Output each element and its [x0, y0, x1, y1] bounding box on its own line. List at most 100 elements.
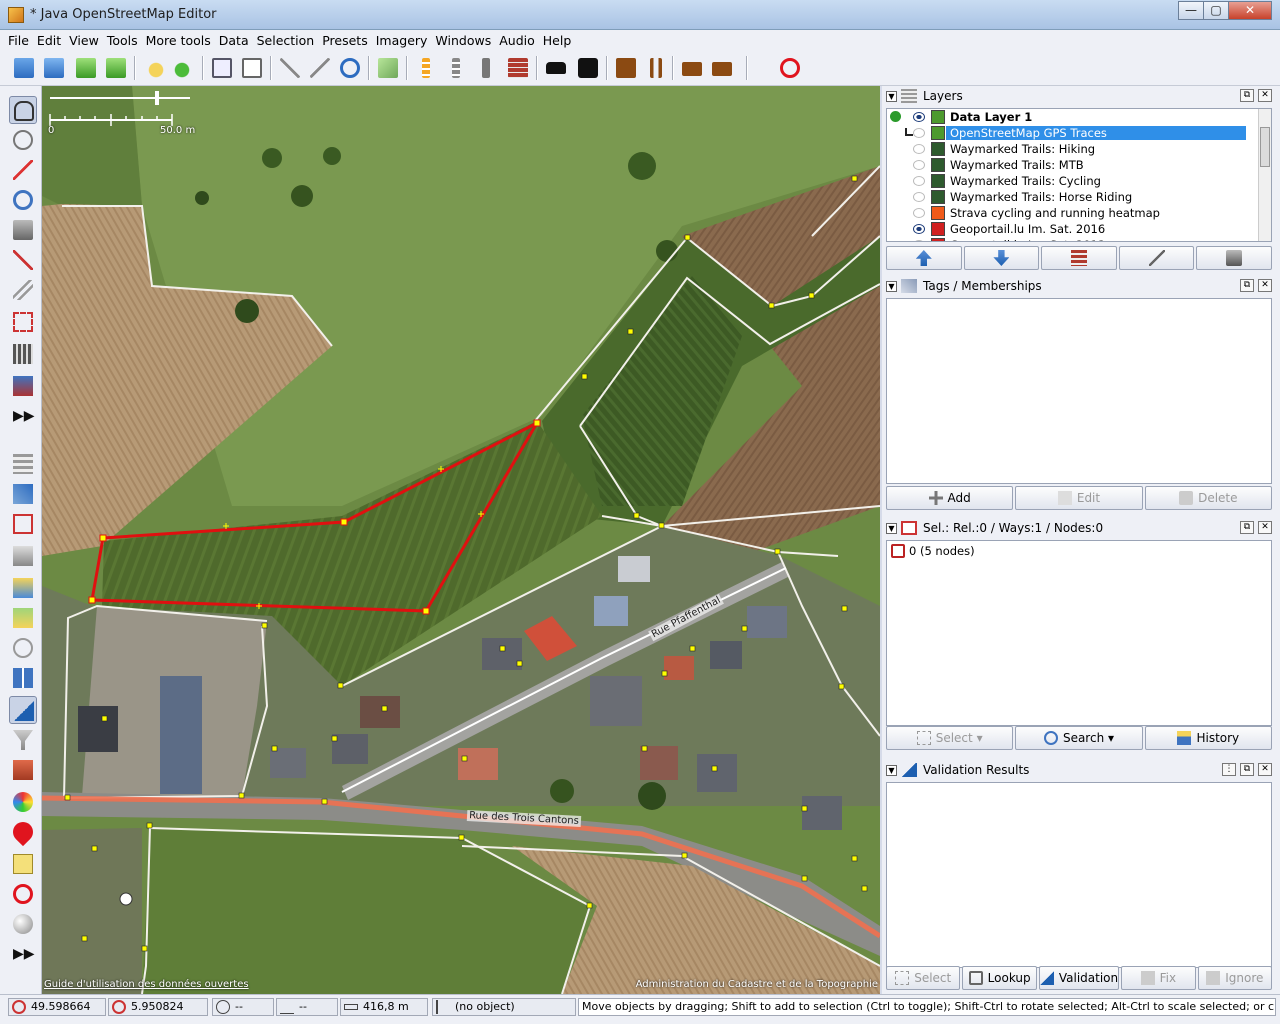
validation-settings-button[interactable]: ⋮ — [1222, 763, 1236, 776]
highway-button[interactable] — [412, 54, 440, 82]
layers-detach-button[interactable]: ⧉ — [1240, 89, 1254, 102]
restaurant-button[interactable] — [642, 54, 670, 82]
validation-select-button[interactable]: Select — [886, 966, 961, 990]
marker-toggle[interactable] — [8, 817, 38, 847]
redo-button[interactable] — [170, 54, 198, 82]
layers-scrollbar[interactable] — [1258, 109, 1271, 241]
menu-data[interactable]: Data — [219, 33, 249, 48]
no-entry-toggle[interactable] — [9, 880, 37, 908]
combine-way-button[interactable] — [306, 54, 334, 82]
improve-way-tool[interactable] — [9, 246, 37, 274]
selection-item[interactable]: 0 (5 nodes) — [887, 541, 1271, 561]
globe-toggle[interactable] — [9, 910, 37, 938]
selection-detach-button[interactable]: ⧉ — [1240, 521, 1254, 534]
layers-toggle[interactable] — [9, 450, 37, 478]
layer-row[interactable]: Waymarked Trails: Horse Riding — [887, 189, 1271, 205]
close-button[interactable]: ✕ — [1228, 1, 1272, 20]
bus-button[interactable] — [574, 54, 602, 82]
visibility-toggle-icon[interactable] — [913, 224, 925, 234]
author-toggle[interactable] — [9, 634, 37, 662]
map-view[interactable]: 0 50.0 m Rue Pfaffenthal Rue des Trois C… — [42, 86, 880, 994]
menu-imagery[interactable]: Imagery — [376, 33, 428, 48]
notes-toggle[interactable] — [9, 850, 37, 878]
imagery-button[interactable] — [374, 54, 402, 82]
layer-row[interactable]: Geoportail.lu Im. Sat. 2013 — [887, 237, 1271, 241]
layers-collapse-toggle[interactable]: ▼ — [886, 90, 897, 102]
layer-row[interactable]: Waymarked Trails: Hiking — [887, 141, 1271, 157]
visibility-toggle-icon[interactable] — [913, 240, 925, 241]
extrude-tool[interactable] — [9, 308, 37, 336]
track-button[interactable] — [442, 54, 470, 82]
building-tool[interactable] — [9, 340, 37, 368]
warning-button[interactable] — [612, 54, 640, 82]
map-canvas[interactable] — [42, 86, 880, 994]
visibility-toggle-icon[interactable] — [913, 160, 925, 170]
tags-collapse-toggle[interactable]: ▼ — [886, 280, 897, 292]
layer-row[interactable]: OpenStreetMap GPS Traces — [887, 125, 1271, 141]
junction-button[interactable] — [472, 54, 500, 82]
merge-button[interactable] — [1041, 246, 1117, 270]
visibility-toggle-icon[interactable] — [913, 144, 925, 154]
visibility-toggle-icon[interactable] — [913, 128, 925, 138]
layer-row[interactable]: Data Layer 1 — [887, 109, 1271, 125]
validation-collapse-toggle[interactable]: ▼ — [886, 764, 897, 776]
add-tag-button[interactable]: Add — [886, 486, 1014, 510]
validation-button[interactable]: Validation — [1038, 966, 1120, 990]
castle-button[interactable] — [678, 54, 706, 82]
menu-presets[interactable]: Presets — [322, 33, 368, 48]
tags-close-button[interactable]: ✕ — [1258, 279, 1272, 292]
car-button[interactable] — [542, 54, 570, 82]
ignore-button[interactable]: Ignore — [1197, 966, 1273, 990]
selection-collapse-toggle[interactable]: ▼ — [886, 522, 897, 534]
history-toggle[interactable] — [9, 574, 37, 602]
split-way-button[interactable] — [276, 54, 304, 82]
menu-windows[interactable]: Windows — [435, 33, 491, 48]
maximize-button[interactable]: ▢ — [1203, 1, 1229, 20]
menu-selection[interactable]: Selection — [257, 33, 315, 48]
layer-row[interactable]: Strava cycling and running heatmap — [887, 205, 1271, 221]
layer-row[interactable]: Waymarked Trails: MTB — [887, 157, 1271, 173]
validation-toggle[interactable] — [9, 696, 37, 724]
history-button[interactable]: History — [1144, 726, 1272, 750]
lookup-button[interactable]: Lookup — [962, 966, 1037, 990]
package-toggle[interactable] — [9, 756, 37, 784]
validation-results-list[interactable] — [886, 782, 1272, 968]
restriction-button[interactable] — [776, 54, 804, 82]
filter-toggle[interactable] — [9, 726, 37, 754]
layers-close-button[interactable]: ✕ — [1258, 89, 1272, 102]
selection-close-button[interactable]: ✕ — [1258, 521, 1272, 534]
activate-button[interactable] — [1118, 246, 1195, 270]
zoom-tool[interactable] — [9, 186, 37, 214]
visibility-toggle-icon[interactable] — [913, 208, 925, 218]
more-toggles-button[interactable]: ▶▶ — [9, 940, 37, 968]
menu-edit[interactable]: Edit — [37, 33, 61, 48]
zoom-fit-button[interactable] — [238, 54, 266, 82]
menu-more-tools[interactable]: More tools — [146, 33, 211, 48]
upload-button[interactable] — [102, 54, 130, 82]
menu-audio[interactable]: Audio — [499, 33, 535, 48]
validation-close-button[interactable]: ✕ — [1258, 763, 1272, 776]
open-location-button[interactable] — [40, 54, 68, 82]
validation-detach-button[interactable]: ⧉ — [1240, 763, 1254, 776]
menu-help[interactable]: Help — [543, 33, 572, 48]
barrier-button[interactable] — [504, 54, 532, 82]
measure-tool[interactable] — [9, 372, 37, 400]
relation-toggle[interactable] — [9, 542, 37, 570]
download-button[interactable] — [72, 54, 100, 82]
tags-toggle[interactable] — [9, 480, 37, 508]
imagery-adjust-toggle[interactable] — [9, 604, 37, 632]
edit-tag-button[interactable]: Edit — [1015, 486, 1143, 510]
selection-list[interactable]: 0 (5 nodes) — [886, 540, 1272, 726]
factory-button[interactable] — [708, 54, 736, 82]
visibility-toggle-icon[interactable] — [913, 112, 925, 122]
selection-list-toggle[interactable] — [9, 510, 37, 538]
select-button[interactable]: Select ▾ — [886, 726, 1014, 750]
lasso-tool[interactable] — [9, 126, 37, 154]
mappaint-toggle[interactable] — [9, 788, 37, 816]
menu-file[interactable]: File — [8, 33, 29, 48]
more-tools-button[interactable]: ▶▶ — [9, 402, 37, 430]
conflict-toggle[interactable] — [9, 664, 37, 692]
fix-button[interactable]: Fix — [1121, 966, 1196, 990]
undo-button[interactable] — [140, 54, 168, 82]
move-down-button[interactable] — [963, 246, 1040, 270]
